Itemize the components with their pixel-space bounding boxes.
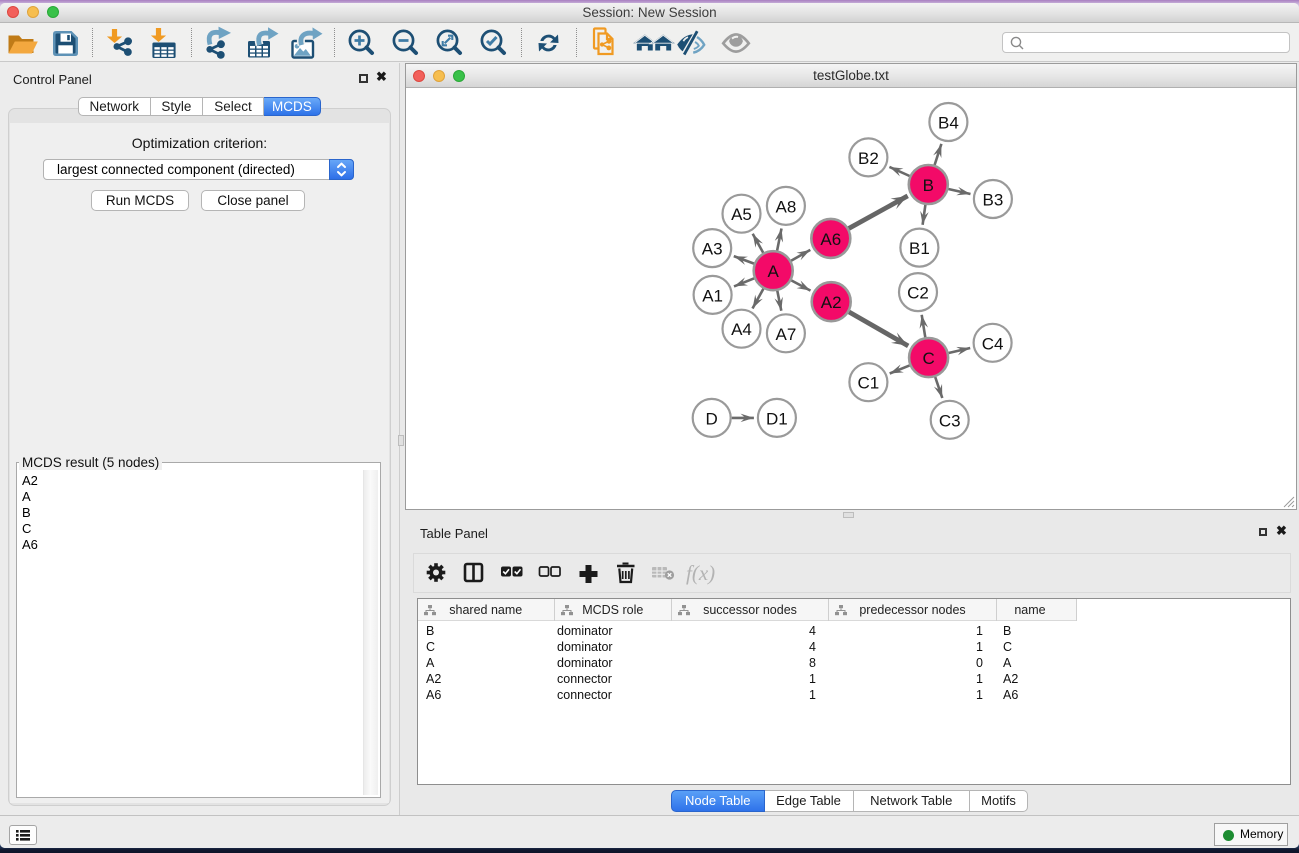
- svg-text:A4: A4: [731, 320, 752, 339]
- svg-text:A7: A7: [776, 325, 797, 344]
- svg-text:B1: B1: [909, 239, 930, 258]
- svg-text:C4: C4: [982, 334, 1004, 353]
- svg-text:C1: C1: [858, 374, 880, 393]
- svg-text:D: D: [706, 409, 718, 428]
- svg-text:C3: C3: [939, 411, 961, 430]
- svg-text:C: C: [922, 349, 934, 368]
- svg-text:B: B: [923, 176, 934, 195]
- svg-text:A6: A6: [820, 230, 841, 249]
- svg-text:D1: D1: [766, 409, 788, 428]
- svg-text:A: A: [768, 262, 780, 281]
- svg-text:B3: B3: [983, 191, 1004, 210]
- svg-text:f(x): f(x): [686, 561, 715, 585]
- svg-text:B2: B2: [858, 149, 879, 168]
- svg-text:A1: A1: [702, 286, 723, 305]
- svg-text:B4: B4: [938, 114, 959, 133]
- svg-text:A3: A3: [702, 240, 723, 259]
- svg-text:A5: A5: [731, 205, 752, 224]
- svg-text:C2: C2: [907, 284, 929, 303]
- svg-text:A2: A2: [821, 293, 842, 312]
- svg-text:A8: A8: [776, 197, 797, 216]
